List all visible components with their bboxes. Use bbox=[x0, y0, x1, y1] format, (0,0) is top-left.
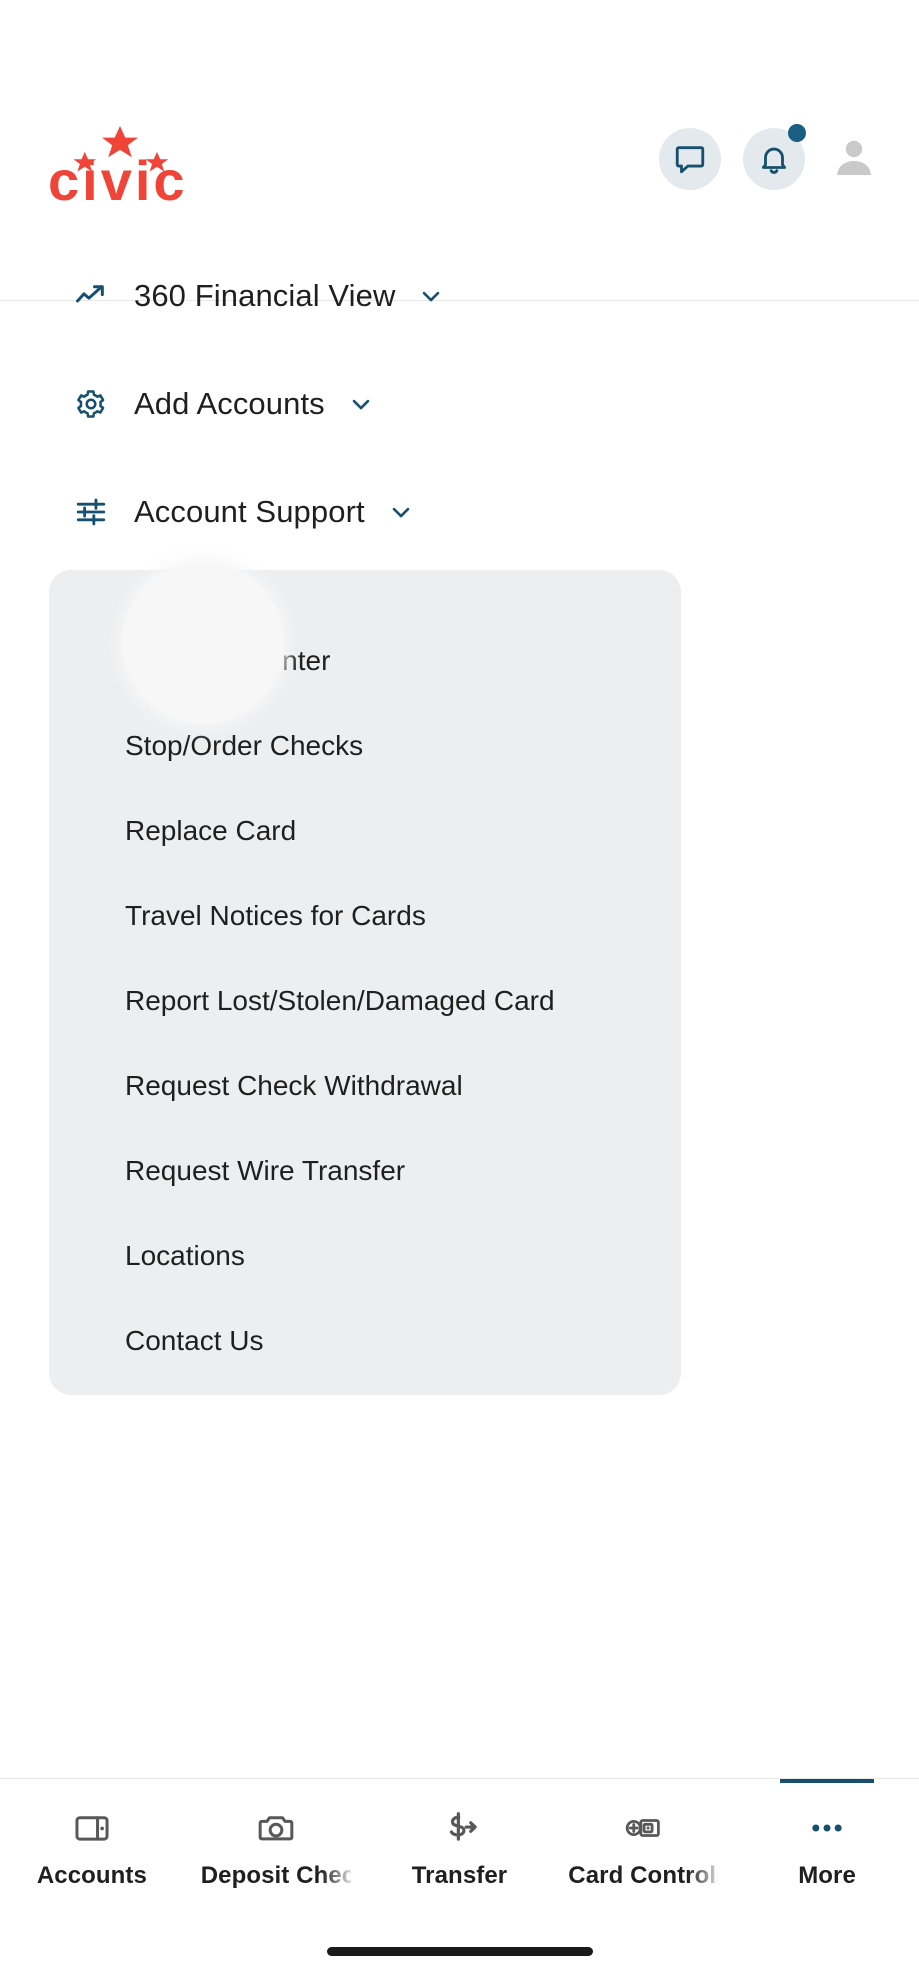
nav-item-label: Deposit Check bbox=[200, 1862, 351, 1889]
app-screen: civic 360 Financial View Add Accounts Ac… bbox=[0, 0, 919, 1980]
notifications-button[interactable] bbox=[743, 124, 806, 190]
menu-section-account-support[interactable]: Account Support bbox=[0, 458, 919, 566]
nav-item-card-controls[interactable]: Card Controls bbox=[551, 1779, 735, 1917]
account-support-submenu-card: Message Center Stop/Order Checks Replace… bbox=[49, 570, 681, 1395]
trending-up-icon bbox=[72, 277, 110, 315]
submenu-item-label: Replace Card bbox=[125, 814, 297, 846]
chevron-down-icon[interactable] bbox=[417, 282, 445, 310]
svg-text:civic: civic bbox=[48, 149, 188, 204]
profile-button[interactable] bbox=[827, 132, 881, 186]
header-actions bbox=[659, 124, 881, 190]
gear-icon bbox=[72, 385, 110, 423]
nav-item-more[interactable]: More bbox=[735, 1779, 919, 1917]
nav-item-transfer[interactable]: Transfer bbox=[368, 1779, 552, 1917]
submenu-item-request-wire-transfer[interactable]: Request Wire Transfer bbox=[49, 1128, 681, 1213]
home-indicator bbox=[326, 1947, 593, 1956]
civic-logo[interactable]: civic bbox=[48, 124, 238, 204]
nav-item-accounts[interactable]: Accounts bbox=[0, 1779, 184, 1917]
submenu-item-label: Report Lost/Stolen/Damaged Card bbox=[125, 984, 555, 1016]
submenu-item-label: Locations bbox=[125, 1239, 245, 1271]
chevron-down-icon[interactable] bbox=[347, 390, 375, 418]
submenu-item-message-center[interactable]: Message Center bbox=[49, 618, 681, 703]
ellipsis-icon bbox=[807, 1806, 847, 1850]
submenu-item-label: Request Check Withdrawal bbox=[125, 1069, 463, 1101]
nav-item-label: Transfer bbox=[411, 1862, 508, 1889]
submenu-item-label: Contact Us bbox=[125, 1324, 264, 1356]
bottom-navigation-bar: Accounts Deposit Check bbox=[0, 1778, 919, 1917]
chat-bubble-icon bbox=[673, 142, 707, 176]
submenu-item-contact-us[interactable]: Contact Us bbox=[49, 1298, 681, 1383]
menu-section-label: 360 Financial View bbox=[134, 278, 396, 313]
submenu-item-label: Stop/Order Checks bbox=[125, 729, 364, 761]
submenu-item-travel-notices-for-cards[interactable]: Travel Notices for Cards bbox=[49, 873, 681, 958]
submenu-item-replace-card[interactable]: Replace Card bbox=[49, 788, 681, 873]
nav-item-label: Card Controls bbox=[568, 1862, 719, 1889]
nav-item-deposit-check[interactable]: Deposit Check bbox=[184, 1779, 368, 1917]
menu-section-add-accounts[interactable]: Add Accounts bbox=[0, 350, 919, 458]
wallet-icon bbox=[73, 1806, 111, 1850]
submenu-item-label: Message Center bbox=[125, 644, 331, 676]
submenu-item-locations[interactable]: Locations bbox=[49, 1213, 681, 1298]
camera-icon bbox=[257, 1806, 295, 1850]
messages-button[interactable] bbox=[659, 128, 721, 190]
nav-item-label: More bbox=[798, 1862, 856, 1889]
dollar-arrow-icon bbox=[440, 1806, 478, 1850]
bell-icon bbox=[757, 142, 791, 176]
submenu-item-request-check-withdrawal[interactable]: Request Check Withdrawal bbox=[49, 1043, 681, 1128]
chevron-down-icon[interactable] bbox=[387, 498, 415, 526]
submenu-item-label: Travel Notices for Cards bbox=[125, 899, 426, 931]
submenu-list: Message Center Stop/Order Checks Replace… bbox=[49, 570, 681, 1383]
submenu-item-stop-order-checks[interactable]: Stop/Order Checks bbox=[49, 703, 681, 788]
active-indicator bbox=[780, 1779, 875, 1783]
tune-sliders-icon bbox=[72, 493, 110, 531]
menu-section-label: Add Accounts bbox=[134, 386, 325, 421]
submenu-item-label: Request Wire Transfer bbox=[125, 1154, 406, 1186]
notification-badge-dot bbox=[788, 124, 806, 142]
menu-section-360-financial-view[interactable]: 360 Financial View bbox=[0, 242, 919, 350]
person-avatar-icon bbox=[830, 133, 878, 186]
submenu-item-report-lost-stolen-damaged-card[interactable]: Report Lost/Stolen/Damaged Card bbox=[49, 958, 681, 1043]
card-money-icon bbox=[623, 1806, 663, 1850]
nav-item-label: Accounts bbox=[36, 1862, 147, 1889]
menu-section-label: Account Support bbox=[134, 494, 365, 529]
